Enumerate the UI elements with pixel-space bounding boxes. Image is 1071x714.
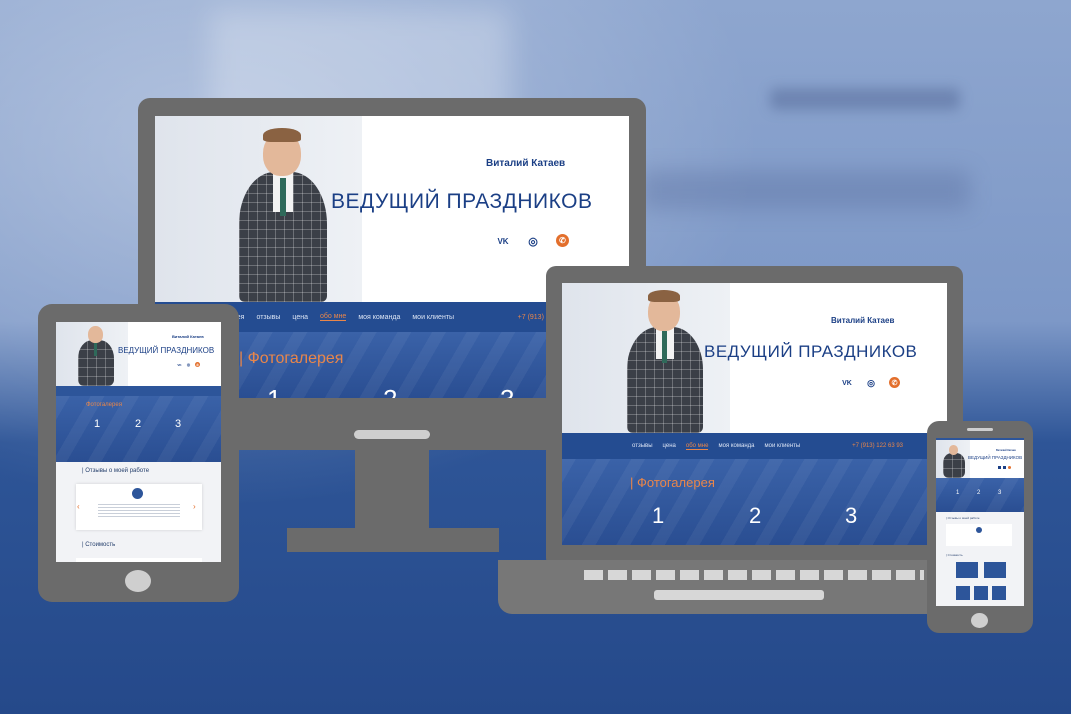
review-card bbox=[946, 524, 1012, 546]
nav-item-price[interactable]: цена bbox=[292, 314, 308, 321]
host-name: Виталий Катаев bbox=[486, 158, 566, 169]
hero-section: Виталий Катаев ВЕДУЩИЙ ПРАЗДНИКОВ VK ◎ ✆ bbox=[56, 322, 221, 386]
gallery-number: 1 bbox=[652, 503, 665, 528]
nav-item-team[interactable]: моя команда bbox=[358, 314, 400, 321]
background-blur-text bbox=[770, 88, 960, 110]
phone-speaker bbox=[967, 428, 993, 431]
host-photo bbox=[622, 289, 708, 433]
price-cards bbox=[956, 562, 1006, 604]
gallery-title: Фотогалерея bbox=[86, 402, 122, 408]
tablet-screen: Виталий Катаев ВЕДУЩИЙ ПРАЗДНИКОВ VK ◎ ✆… bbox=[56, 322, 221, 562]
instagram-icon[interactable]: ◎ bbox=[186, 362, 191, 367]
price-card bbox=[76, 558, 202, 562]
social-links: VK ◎ ✆ bbox=[177, 362, 200, 367]
avatar bbox=[132, 488, 143, 499]
price-title: | Стоимость bbox=[82, 542, 116, 548]
host-name: Виталий Катаев bbox=[172, 334, 204, 339]
gallery-section: | Фотогалерея 1 2 3 bbox=[562, 459, 947, 545]
review-text bbox=[98, 504, 180, 518]
gallery-number: 3 bbox=[998, 490, 1002, 496]
gallery-section: 1 2 3 bbox=[936, 478, 1024, 512]
hero-title: ВЕДУЩИЙ ПРАЗДНИКОВ bbox=[331, 190, 593, 213]
nav-item-price[interactable]: цена bbox=[663, 443, 676, 449]
tablet-home-button[interactable] bbox=[125, 570, 151, 592]
whatsapp-icon[interactable]: ✆ bbox=[195, 362, 200, 367]
host-photo bbox=[76, 324, 116, 386]
gallery-number: 1 bbox=[267, 384, 281, 398]
vk-icon[interactable]: VK bbox=[496, 234, 510, 248]
monitor-logo-bar bbox=[354, 430, 430, 439]
host-name: Виталий Катаев bbox=[996, 449, 1016, 452]
chevron-right-icon[interactable]: › bbox=[193, 502, 196, 511]
chevron-left-icon[interactable]: ‹ bbox=[77, 502, 80, 511]
tablet: Виталий Катаев ВЕДУЩИЙ ПРАЗДНИКОВ VK ◎ ✆… bbox=[38, 304, 239, 602]
gallery-number: 2 bbox=[977, 490, 981, 496]
nav-phone[interactable]: +7 (913) 122 63 93 bbox=[852, 443, 903, 449]
phone-screen: Виталий Катаев ВЕДУЩИЙ ПРАЗДНИКОВ 1 2 3 … bbox=[936, 438, 1024, 606]
gallery-number: 2 bbox=[383, 384, 397, 398]
background-blur-nav bbox=[640, 170, 970, 210]
laptop-touchpad bbox=[654, 590, 824, 600]
social-links bbox=[998, 466, 1011, 469]
main-nav bbox=[56, 386, 221, 396]
instagram-icon[interactable]: ◎ bbox=[526, 234, 540, 248]
social-links: VK ◎ ✆ bbox=[496, 234, 569, 248]
nav-item-clients[interactable]: мои клиенты bbox=[764, 443, 800, 449]
gallery-title: | Фотогалерея bbox=[630, 475, 715, 490]
phone-home-button[interactable] bbox=[971, 613, 988, 628]
host-photo bbox=[233, 126, 333, 302]
gallery-number: 3 bbox=[845, 503, 858, 528]
instagram-icon[interactable]: ◎ bbox=[865, 377, 877, 389]
gallery-number: 1 bbox=[94, 418, 101, 430]
hero-section: Виталий Катаев ВЕДУЩИЙ ПРАЗДНИКОВ VK ◎ ✆ bbox=[562, 283, 947, 433]
nav-item-clients[interactable]: мои клиенты bbox=[412, 314, 454, 321]
whatsapp-icon[interactable]: ✆ bbox=[889, 377, 900, 388]
social-links: VK ◎ ✆ bbox=[841, 377, 900, 389]
phone: Виталий Катаев ВЕДУЩИЙ ПРАЗДНИКОВ 1 2 3 … bbox=[927, 421, 1033, 633]
laptop-screen: Виталий Катаев ВЕДУЩИЙ ПРАЗДНИКОВ VK ◎ ✆… bbox=[562, 283, 947, 545]
hero-title: ВЕДУЩИЙ ПРАЗДНИКОВ bbox=[968, 455, 1023, 460]
gallery-number: 2 bbox=[749, 503, 762, 528]
host-photo bbox=[942, 444, 966, 478]
laptop-base bbox=[498, 560, 980, 614]
host-name: Виталий Катаев bbox=[831, 316, 895, 325]
reviews-title: | Отзывы о моей работе bbox=[946, 516, 980, 520]
hero-title: ВЕДУЩИЙ ПРАЗДНИКОВ bbox=[118, 346, 215, 355]
hero-photo bbox=[936, 440, 970, 478]
whatsapp-icon[interactable]: ✆ bbox=[556, 234, 569, 247]
gallery-number: 2 bbox=[135, 418, 142, 430]
reviews-title: | Отзывы о моей работе bbox=[82, 468, 150, 474]
hero-title: ВЕДУЩИЙ ПРАЗДНИКОВ bbox=[704, 342, 918, 361]
review-card bbox=[76, 484, 202, 530]
laptop-lid: Виталий Катаев ВЕДУЩИЙ ПРАЗДНИКОВ VK ◎ ✆… bbox=[546, 266, 963, 568]
gallery-title: | Фотогалерея bbox=[239, 350, 344, 367]
nav-item-about[interactable]: обо мне bbox=[685, 443, 709, 450]
avatar bbox=[976, 527, 982, 533]
nav-item-team[interactable]: моя команда bbox=[718, 443, 754, 449]
gallery-section: Фотогалерея 1 2 3 bbox=[56, 396, 221, 462]
nav-item-reviews[interactable]: отзывы bbox=[632, 443, 653, 449]
vk-icon[interactable]: VK bbox=[841, 377, 853, 389]
nav-item-about[interactable]: обо мне bbox=[320, 313, 347, 321]
vk-icon[interactable] bbox=[998, 466, 1001, 469]
gallery-number: 3 bbox=[500, 384, 514, 398]
instagram-icon[interactable] bbox=[1003, 466, 1006, 469]
main-nav: отзывы цена обо мне моя команда мои клие… bbox=[562, 433, 947, 459]
nav-item-reviews[interactable]: отзывы bbox=[256, 314, 280, 321]
vk-icon[interactable]: VK bbox=[177, 362, 182, 367]
monitor-neck bbox=[355, 450, 429, 528]
monitor-base bbox=[287, 528, 499, 552]
laptop-keyboard bbox=[584, 570, 924, 580]
gallery-number: 3 bbox=[175, 418, 182, 430]
whatsapp-icon[interactable] bbox=[1008, 466, 1011, 469]
price-title: | Стоимость bbox=[946, 553, 963, 557]
gallery-number: 1 bbox=[956, 490, 960, 496]
hero-section: Виталий Катаев ВЕДУЩИЙ ПРАЗДНИКОВ bbox=[936, 438, 1024, 478]
